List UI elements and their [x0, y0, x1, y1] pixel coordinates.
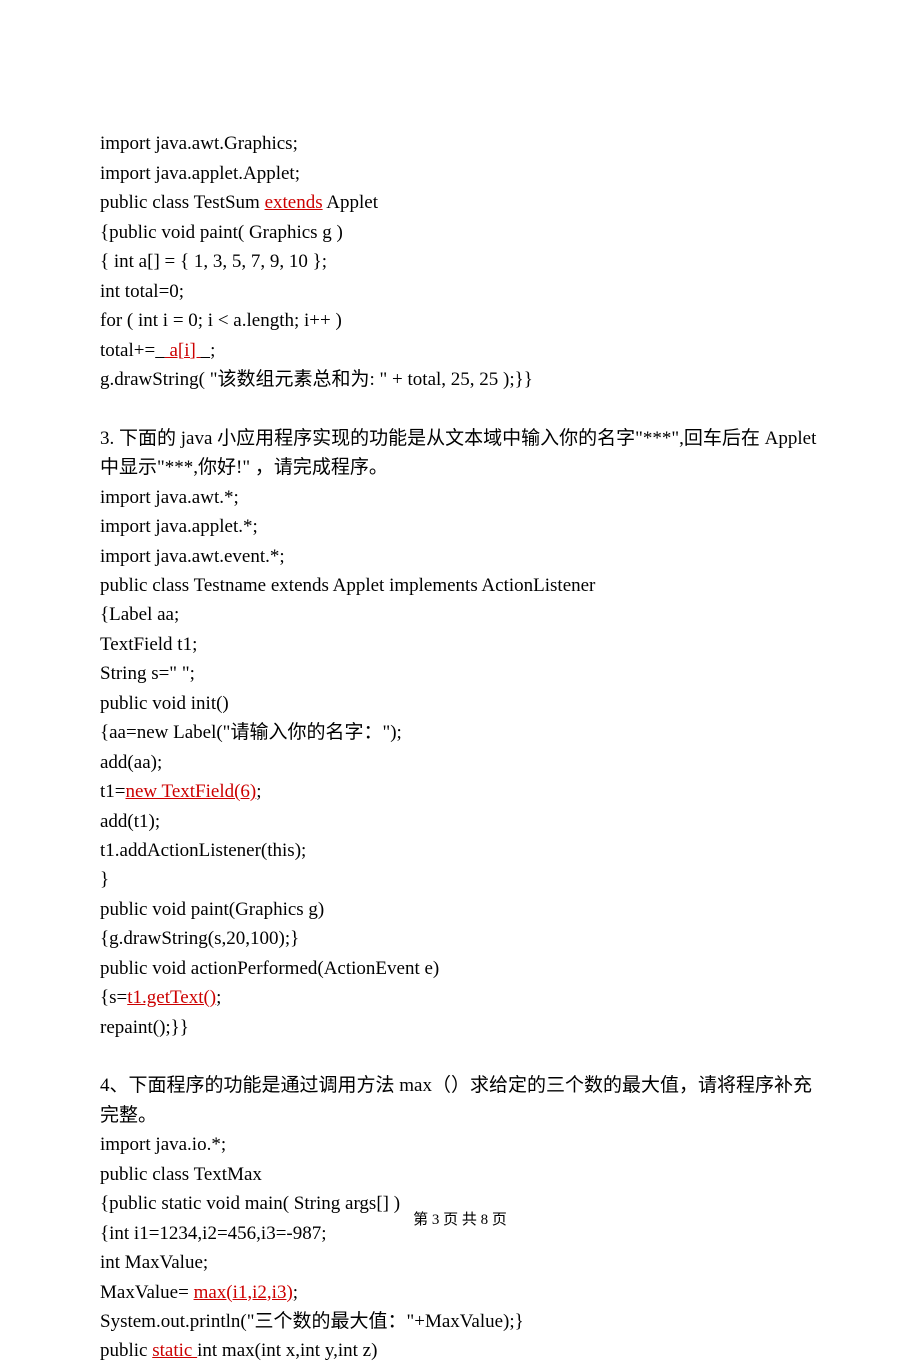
fill-blank-extends: extends [265, 192, 323, 213]
code-line: t1.addActionListener(this); [100, 840, 306, 861]
code-line: add(t1); [100, 811, 160, 832]
code-line: add(aa); [100, 752, 162, 773]
code-line: import java.io.*; [100, 1134, 226, 1155]
code-line: public class TextMax [100, 1164, 262, 1185]
code-text: public class TestSum [100, 192, 265, 213]
code-line: for ( int i = 0; i < a.length; i++ ) [100, 310, 342, 331]
document-content: import java.awt.Graphics; import java.ap… [100, 100, 820, 1366]
code-text: Applet [323, 192, 378, 213]
fill-blank-static: static [152, 1340, 197, 1361]
page-footer: 第 3 页 共 8 页 [0, 1209, 920, 1232]
code-line: int total=0; [100, 281, 184, 302]
blank-pad [155, 340, 165, 361]
question-intro: 4、下面程序的功能是通过调用方法 max（）求给定的三个数的最大值，请将程序补充… [100, 1075, 812, 1125]
code-text: public [100, 1340, 152, 1361]
code-line: public class Testname extends Applet imp… [100, 575, 595, 596]
fill-blank-ai: a[i] [165, 340, 201, 361]
code-line: System.out.println("三个数的最大值："+MaxValue);… [100, 1311, 524, 1332]
code-line: repaint();}} [100, 1017, 189, 1038]
fill-blank-textfield: new TextField(6) [126, 781, 257, 802]
code-line: import java.awt.Graphics; [100, 133, 298, 154]
code-text: {s= [100, 987, 127, 1008]
code-text: t1= [100, 781, 126, 802]
code-text: ; [216, 987, 221, 1008]
code-text: int max(int x,int y,int z) [197, 1340, 377, 1361]
code-line: {g.drawString(s,20,100);} [100, 928, 299, 949]
code-line: public void init() [100, 693, 229, 714]
code-line: public void paint(Graphics g) [100, 899, 324, 920]
code-text: ; [210, 340, 215, 361]
code-line: import java.awt.*; [100, 487, 239, 508]
code-line: {public void paint( Graphics g ) [100, 222, 343, 243]
code-text: ; [256, 781, 261, 802]
code-line: String s=" "; [100, 663, 195, 684]
document-page: import java.awt.Graphics; import java.ap… [0, 0, 920, 1277]
code-line: TextField t1; [100, 634, 197, 655]
code-text: MaxValue= [100, 1282, 194, 1303]
code-text: total+= [100, 340, 155, 361]
code-line: {aa=new Label("请输入你的名字："); [100, 722, 402, 743]
code-line: { int a[] = { 1, 3, 5, 7, 9, 10 }; [100, 251, 327, 272]
fill-blank-max: max(i1,i2,i3) [194, 1282, 293, 1303]
fill-blank-gettext: t1.getText() [127, 987, 216, 1008]
code-line: import java.applet.Applet; [100, 163, 300, 184]
code-line: int MaxValue; [100, 1252, 208, 1273]
code-line: import java.awt.event.*; [100, 546, 285, 567]
code-line: } [100, 869, 109, 890]
code-line: g.drawString( "该数组元素总和为: " + total, 25, … [100, 369, 533, 390]
code-text: ; [293, 1282, 298, 1303]
blank-pad [201, 340, 211, 361]
code-line: import java.applet.*; [100, 516, 258, 537]
code-line: {Label aa; [100, 604, 179, 625]
code-line: public void actionPerformed(ActionEvent … [100, 958, 439, 979]
question-intro: 3. 下面的 java 小应用程序实现的功能是从文本域中输入你的名字"***",… [100, 428, 821, 478]
